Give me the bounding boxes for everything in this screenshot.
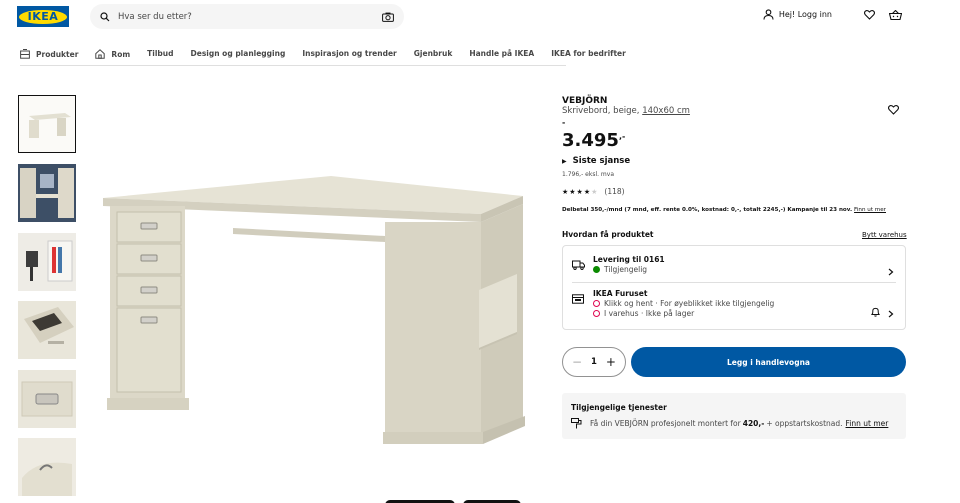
nav-shopping-at-ikea[interactable]: Handle på IKEA: [469, 44, 534, 58]
assembly-text-post: + oppstartskostnad.: [766, 419, 843, 428]
installment-text: Delbetal 350,-/mnd (7 mnd, eff. rente 0.…: [562, 207, 853, 213]
chevron-right-icon: [888, 303, 894, 322]
main-navigation: Produkter Rom Tilbud Design og planleggi…: [20, 44, 626, 66]
click-collect-text: Klikk og hent · For øyeblikket ikke tilg…: [604, 299, 775, 308]
bell-icon[interactable]: [870, 302, 881, 321]
login-label: Hej! Logg inn: [778, 10, 832, 19]
unavailable-dot-icon: [593, 310, 600, 317]
review-count: (118): [604, 187, 625, 196]
nav-reuse[interactable]: Gjenbruk: [414, 44, 453, 58]
installment-link[interactable]: Finn ut mer: [854, 207, 886, 213]
change-store-link[interactable]: Bytt varehus: [862, 231, 907, 239]
ikea-logo[interactable]: IKEA: [17, 6, 69, 27]
in-store-text: I varehus · Ikke på lager: [604, 309, 695, 318]
product-name: VEBJÖRN: [562, 96, 608, 106]
nav-products[interactable]: Produkter: [20, 44, 78, 59]
nav-inspiration[interactable]: Inspirasjon og trender: [302, 44, 396, 58]
furniture-icon: [20, 49, 30, 59]
product-size-link[interactable]: 140x60 cm: [642, 106, 690, 116]
user-icon: [763, 9, 774, 20]
quantity-value[interactable]: 1: [591, 357, 597, 367]
truck-icon: [572, 255, 585, 274]
nav-design-planning[interactable]: Design og planlegging: [191, 44, 286, 58]
search-icon: [100, 7, 110, 26]
product-type: Skrivebord, beige,: [562, 106, 640, 116]
last-chance-label: Siste sjanse: [572, 156, 631, 166]
services-panel: Tilgjengelige tjenester Få din VEBJÖRN p…: [562, 393, 906, 439]
house-icon: [95, 49, 106, 59]
price-suffix: ,-: [618, 132, 626, 141]
nav-rooms-label: Rom: [111, 49, 131, 59]
nav-ikea-business[interactable]: IKEA for bedrifter: [551, 44, 626, 58]
decrease-quantity-button[interactable]: −: [572, 356, 582, 368]
assembly-price: 420,-: [742, 419, 765, 428]
increase-quantity-button[interactable]: +: [606, 356, 616, 368]
assembly-tool-icon: [571, 418, 582, 429]
product-main-image[interactable]: [95, 170, 535, 460]
wishlist-heart-icon[interactable]: [864, 9, 875, 20]
product-price: 3.495,-: [562, 130, 906, 151]
in-store-status: I varehus · Ikke på lager: [593, 309, 898, 318]
product-thumbnail[interactable]: [18, 95, 76, 153]
unavailable-dot-icon: [593, 300, 600, 307]
delivery-status-text: Tilgjengelig: [604, 265, 648, 274]
detail-thumbnail[interactable]: [18, 438, 76, 496]
price-dash: -: [562, 118, 566, 127]
price-ex-vat: 1.796,- eksl. mva: [562, 171, 615, 178]
nav-rooms[interactable]: Rom: [95, 44, 130, 59]
room-thumbnail[interactable]: [18, 164, 76, 222]
shopping-basket-icon[interactable]: [889, 9, 902, 20]
last-chance-badge: ▶ Siste sjanse: [562, 156, 906, 166]
favourite-heart-icon[interactable]: [887, 100, 900, 119]
delivery-status: Tilgjengelig: [593, 265, 898, 274]
fulfilment-divider: [572, 282, 896, 283]
click-collect-status: Klikk og hent · For øyeblikket ikke tilg…: [593, 299, 898, 308]
triangle-icon: ▶: [562, 157, 567, 165]
store-icon: [572, 289, 584, 308]
handle-thumbnail[interactable]: [18, 370, 76, 428]
camera-icon[interactable]: [382, 7, 394, 26]
nav-offers[interactable]: Tilbud: [147, 44, 173, 58]
search-input[interactable]: [118, 11, 382, 22]
rating[interactable]: ★★★★★ (118): [562, 187, 906, 196]
ikea-logo-text: IKEA: [19, 9, 67, 24]
delivery-row[interactable]: Levering til 0161 Tilgjengelig: [572, 255, 898, 276]
services-title: Tilgjengelige tjenester: [571, 403, 667, 412]
available-dot-icon: [593, 266, 600, 273]
assembly-link[interactable]: Finn ut mer: [846, 419, 889, 428]
product-description: Skrivebord, beige, 140x60 cm: [562, 106, 906, 116]
store-row[interactable]: IKEA Furuset Klikk og hent · For øyeblik…: [572, 289, 898, 318]
drawer-thumbnail[interactable]: [18, 301, 76, 359]
price-value: 3.495: [562, 130, 619, 151]
add-to-cart-button[interactable]: Legg i handlevogna: [631, 347, 906, 377]
login-link[interactable]: Hej! Logg inn: [763, 9, 832, 20]
installment-info: Delbetal 350,-/mnd (7 mnd, eff. rente 0.…: [562, 207, 906, 213]
quantity-stepper: − 1 +: [562, 347, 626, 377]
assembly-text: Få din VEBJÖRN profesjonelt montert for: [590, 419, 741, 428]
star-rating-icon: ★★★★★: [562, 187, 599, 196]
store-title: IKEA Furuset: [593, 289, 648, 298]
fulfilment-box: Levering til 0161 Tilgjengelig IKEA Furu…: [562, 245, 906, 330]
delivery-title: Levering til 0161: [593, 255, 665, 264]
chair-thumbnail[interactable]: [18, 233, 76, 291]
assembly-service: Få din VEBJÖRN profesjonelt montert for …: [571, 418, 897, 429]
search-bar[interactable]: [90, 4, 404, 29]
nav-products-label: Produkter: [36, 49, 79, 59]
fulfilment-heading: Hvordan få produktet: [562, 230, 654, 239]
chevron-right-icon: [888, 261, 894, 280]
